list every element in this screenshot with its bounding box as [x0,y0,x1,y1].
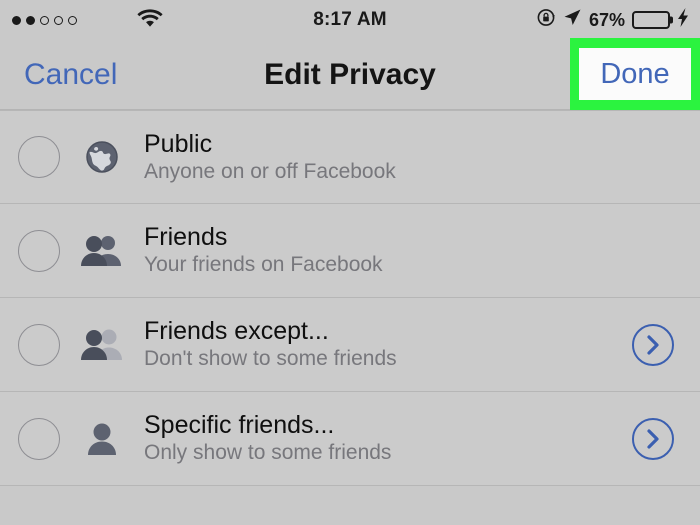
radio-button-specific-friends[interactable] [18,417,60,460]
radio-button-public[interactable] [18,136,60,178]
list-item-text: Specific friends... Only show to some fr… [144,411,632,465]
done-button[interactable]: Done [579,48,691,100]
battery-icon [632,11,670,29]
disclosure-chevron-right-icon[interactable] [632,417,674,460]
list-item-text: Public Anyone on or off Facebook [144,130,684,184]
done-button-label: Done [600,57,670,90]
list-item[interactable]: Friends Your friends on Facebook [0,204,700,298]
privacy-options-list: Public Anyone on or off Facebook Friends… [0,110,700,486]
list-item-subtitle: Anyone on or off Facebook [144,159,396,183]
list-item[interactable]: Public Anyone on or off Facebook [0,110,700,204]
lightning-bolt-icon [677,8,690,32]
battery-percentage: 67% [588,9,625,30]
location-arrow-icon [563,8,582,32]
radio-button-friends[interactable] [18,229,60,272]
list-item-subtitle: Don't show to some friends [144,347,397,371]
status-bar-right: 67% [537,8,690,32]
list-item[interactable]: Specific friends... Only show to some fr… [0,392,700,486]
radio-button-friends-except[interactable] [18,323,60,366]
rotation-lock-icon [537,8,556,32]
disclosure-chevron-right-icon[interactable] [632,323,674,366]
done-button-highlight: Done [570,38,700,110]
list-item-title: Friends except... [144,317,329,346]
list-item-subtitle: Your friends on Facebook [144,253,383,277]
list-item-subtitle: Only show to some friends [144,441,392,465]
list-item-text: Friends Your friends on Facebook [144,223,684,277]
list-item[interactable]: Friends except... Don't show to some fri… [0,298,700,392]
list-item-title: Specific friends... [144,411,335,440]
globe-icon [76,138,128,176]
list-item-text: Friends except... Don't show to some fri… [144,317,632,371]
navigation-bar: Cancel Edit Privacy Done [0,38,700,110]
single-person-icon [76,421,128,457]
two-people-one-excluded-icon [76,327,128,363]
list-item-title: Public [144,129,213,158]
list-item-title: Friends [144,223,228,252]
cancel-button[interactable]: Cancel [24,58,117,92]
status-bar: 8:17 AM 67% [0,0,700,40]
two-people-icon [76,233,128,269]
